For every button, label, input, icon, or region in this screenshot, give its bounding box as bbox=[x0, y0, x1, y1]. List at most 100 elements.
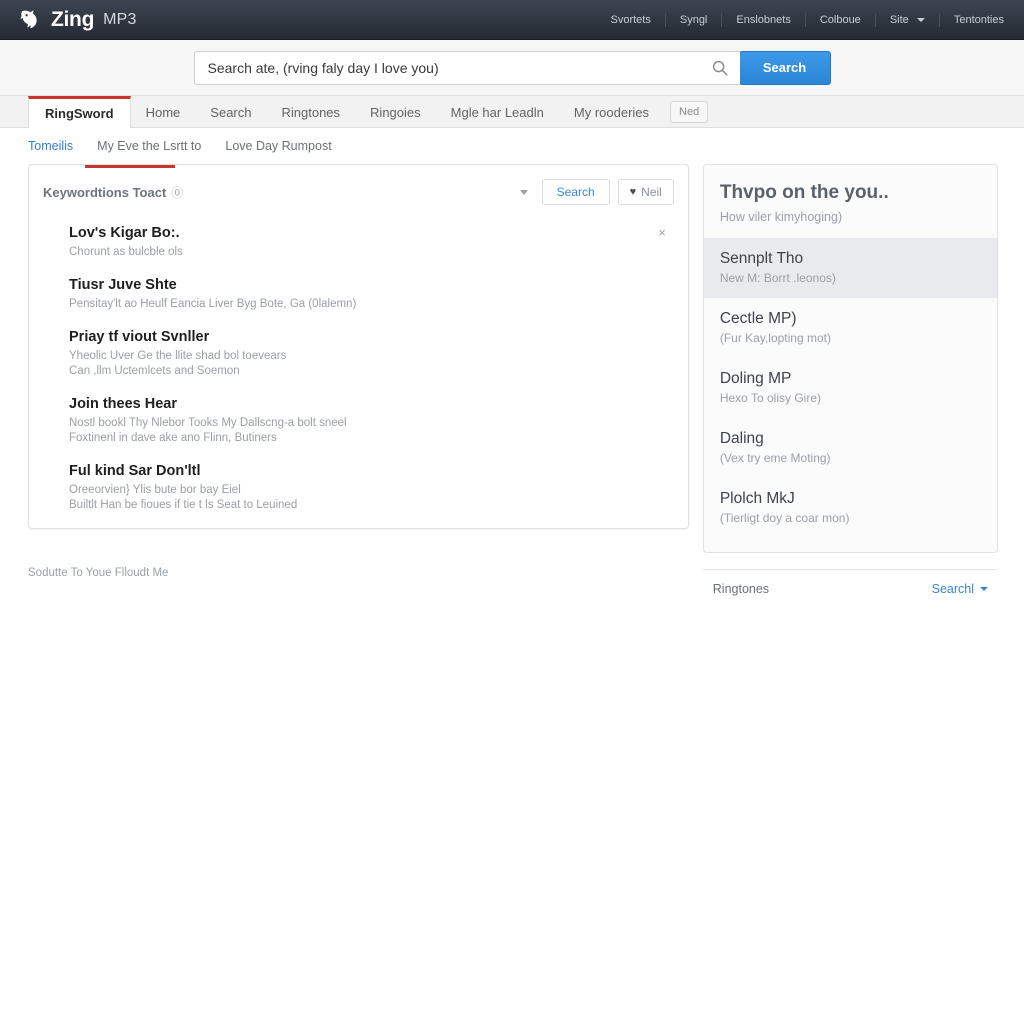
topnav-label-4: Site bbox=[889, 13, 909, 26]
list-item-title: Tiusr Juve Shte bbox=[69, 277, 177, 293]
sidebar-panel: Thvpo on the you.. How viler kimyhoging)… bbox=[702, 164, 998, 553]
sidebar-item-subtitle: (Vex try eme Moting) bbox=[719, 451, 831, 465]
list-item-subtitle: Oreeorvien} Ylis bute bor bay Eiel bbox=[69, 484, 241, 496]
chevron-down-icon bbox=[916, 17, 925, 22]
subnav-item-love-day-rumpost[interactable]: Love Day Rumpost bbox=[225, 139, 331, 153]
list-item[interactable]: Exargoot Vo today Tihex, Yes Spneclitlle… bbox=[43, 522, 674, 528]
chevron-down-icon[interactable] bbox=[519, 189, 528, 195]
close-icon[interactable]: × bbox=[658, 226, 666, 239]
results-card-title-wrap: Keywordtions Toact ⓪ bbox=[43, 184, 183, 201]
results-card: Keywordtions Toact ⓪ Search ♥ Neil Lov's … bbox=[28, 164, 689, 529]
sidebar-item-0[interactable]: Sennplt Tho New M: Borrt .leonos) bbox=[703, 238, 997, 298]
list-item-subtitle-2: Builtlt Han be fioues if tie t ls Seat t… bbox=[69, 499, 298, 511]
list-item[interactable]: Ful kind Sar Don'ltl Oreeorvien} Ylis bu… bbox=[43, 455, 674, 522]
tab-label-7: Ned bbox=[679, 106, 700, 118]
search-input[interactable] bbox=[207, 59, 700, 76]
list-item[interactable]: Priay tf viout Svnller Yheolic Uver Ge t… bbox=[43, 321, 674, 388]
tab-ned[interactable]: Ned bbox=[670, 101, 709, 123]
subnav-item-tomeilis[interactable]: Tomeilis bbox=[28, 139, 73, 153]
tab-home[interactable]: Home bbox=[131, 97, 196, 127]
sidebar-item-title: Sennplt Tho bbox=[719, 250, 804, 267]
subnav-label-0: Tomeilis bbox=[28, 139, 74, 153]
list-item-subtitle: Chorunt as bulcble ols bbox=[69, 246, 183, 258]
sidebar-item-subtitle: New M: Borrt .leonos) bbox=[719, 271, 836, 285]
topnav-label-1: Syngl bbox=[679, 13, 708, 26]
footer-right-row: Ringtones Searchl bbox=[702, 569, 998, 596]
search-submit-button[interactable]: Search bbox=[738, 50, 831, 85]
sidebar-item-4[interactable]: Plolch MkJ (Tierligt doy a coar mon) bbox=[704, 478, 997, 538]
card-like-label: Neil bbox=[641, 185, 662, 199]
topnav-item-1[interactable]: Syngl bbox=[666, 12, 723, 27]
search-icon bbox=[712, 60, 728, 76]
top-header-bar: Zing MP3 Svortets Syngl Enslobnets Colbo… bbox=[0, 0, 1024, 40]
list-item[interactable]: Join thees Hear Nostl bookl Thy Nlebor T… bbox=[43, 388, 674, 455]
sidebar-item-3[interactable]: Daling (Vex try eme Moting) bbox=[704, 418, 997, 478]
list-item[interactable]: Tiusr Juve Shte Pensitay'lt ao Heulf Ean… bbox=[43, 269, 674, 321]
tab-ringsword[interactable]: RingSword bbox=[28, 96, 131, 128]
results-count-badge: ⓪ bbox=[171, 185, 184, 200]
tab-label-5: Mgle har Leadln bbox=[450, 104, 544, 120]
tab-label-2: Search bbox=[210, 104, 252, 120]
results-card-actions: Search ♥ Neil bbox=[519, 179, 674, 205]
card-like-button[interactable]: ♥ Neil bbox=[617, 179, 674, 205]
sidebar-item-title: Cectle MP) bbox=[719, 310, 797, 327]
main-content: Keywordtions Toact ⓪ Search ♥ Neil Lov's … bbox=[0, 164, 1024, 553]
tab-label-0: RingSword bbox=[45, 106, 114, 121]
footer-right-label: Ringtones bbox=[712, 582, 770, 596]
list-item-title: Priay tf viout Svnller bbox=[69, 329, 210, 345]
list-item-title: Lov's Kigar Bo:. bbox=[69, 225, 180, 241]
sub-navigation: Tomeilis My Eve the Lsrtt to Love Day Ru… bbox=[0, 128, 1024, 164]
card-search-button[interactable]: Search bbox=[541, 179, 610, 205]
tab-ringoies[interactable]: Ringoies bbox=[355, 97, 436, 127]
tab-mgle-har-leadln[interactable]: Mgle har Leadln bbox=[436, 97, 559, 127]
topnav-label-2: Enslobnets bbox=[736, 13, 791, 26]
list-item-title: Ful kind Sar Don'ltl bbox=[69, 463, 201, 479]
sidebar-item-1[interactable]: Cectle MP) (Fur Kay,lopting mot) bbox=[704, 298, 997, 358]
search-form: Search bbox=[193, 50, 831, 85]
sidebar-item-title: Plolch MkJ bbox=[719, 490, 795, 507]
search-input-wrapper[interactable] bbox=[193, 50, 740, 85]
sidebar-item-subtitle: (Tierligt doy a coar mon) bbox=[719, 511, 850, 525]
sidebar-item-title: Daling bbox=[719, 430, 764, 447]
footer-left-text: Sodutte To Youe Flloudt Me bbox=[28, 567, 169, 579]
footer-region: Sodutte To Youe Flloudt Me Ringtones Sea… bbox=[0, 553, 1024, 596]
sidebar-item-subtitle: Hexo To olisy Gire) bbox=[719, 391, 821, 405]
sidebar-title: Thvpo on the you.. bbox=[719, 182, 889, 203]
tab-label-6: My rooderies bbox=[573, 104, 650, 120]
results-card-title: Keywordtions Toact bbox=[43, 184, 167, 200]
topnav-item-3[interactable]: Colboue bbox=[806, 12, 876, 27]
list-item-subtitle-2: Can ,llm Uctemlcets and Soemon bbox=[69, 365, 240, 377]
sidebar-header: Thvpo on the you.. How viler kimyhoging) bbox=[704, 181, 997, 238]
subnav-item-my-eve[interactable]: My Eve the Lsrtt to bbox=[97, 139, 201, 153]
chevron-down-icon bbox=[980, 587, 988, 591]
sidebar-item-2[interactable]: Doling MP Hexo To olisy Gire) bbox=[704, 358, 997, 418]
tab-label-1: Home bbox=[145, 104, 181, 120]
topnav-item-2[interactable]: Enslobnets bbox=[722, 12, 806, 27]
list-item-title: Join thees Hear bbox=[69, 396, 177, 412]
topnav-label-3: Colboue bbox=[819, 13, 861, 26]
brand-logo[interactable]: Zing MP3 bbox=[18, 8, 137, 31]
topnav-item-5[interactable]: Tentonties bbox=[940, 13, 1006, 27]
tab-bar: RingSword Home Search Ringtones Ringoies… bbox=[0, 96, 1024, 128]
topnav-item-4[interactable]: Site bbox=[876, 12, 940, 27]
topnav-label-0: Svortets bbox=[610, 13, 651, 26]
tab-ringtones[interactable]: Ringtones bbox=[267, 97, 356, 127]
brand-name: Zing bbox=[51, 8, 95, 31]
list-item-subtitle: Yheolic Uver Ge the llite shad bol toeve… bbox=[69, 350, 287, 362]
tab-label-4: Ringoies bbox=[370, 104, 421, 120]
zing-horse-logo-icon bbox=[18, 8, 42, 31]
topnav-label-5: Tentonties bbox=[953, 13, 1004, 26]
footer-search-link[interactable]: Searchl bbox=[932, 582, 988, 596]
list-item-subtitle: Nostl bookl Thy Nlebor Tooks My Dallscng… bbox=[69, 417, 347, 429]
results-list: Lov's Kigar Bo:. Chorunt as bulcble ols … bbox=[29, 217, 688, 528]
sidebar-item-title: Doling MP bbox=[719, 370, 792, 387]
list-item-subtitle-2: Foxtinenl in dave ake ano Flinn, Butiner… bbox=[69, 432, 277, 444]
tab-label-3: Ringtones bbox=[281, 104, 341, 120]
heart-icon: ♥ bbox=[629, 186, 637, 198]
tab-my-rooderies[interactable]: My rooderies bbox=[559, 97, 664, 127]
tab-search[interactable]: Search bbox=[195, 97, 266, 127]
search-bar-region: Search bbox=[0, 40, 1024, 96]
topnav-item-0[interactable]: Svortets bbox=[597, 12, 666, 27]
sidebar-item-subtitle: (Fur Kay,lopting mot) bbox=[719, 331, 831, 345]
list-item[interactable]: Lov's Kigar Bo:. Chorunt as bulcble ols … bbox=[43, 217, 674, 269]
